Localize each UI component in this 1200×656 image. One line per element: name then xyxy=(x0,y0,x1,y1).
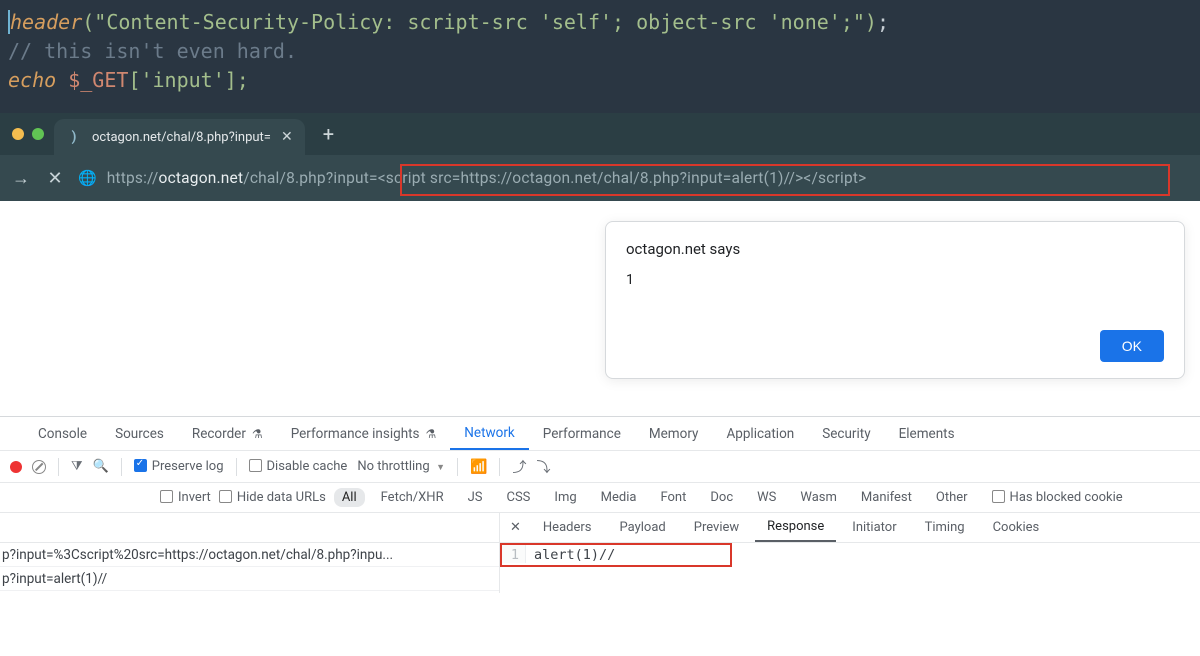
page-viewport: octagon.net says 1 OK xyxy=(0,201,1200,416)
maximize-icon[interactable] xyxy=(32,128,44,140)
tab-strip: ) octagon.net/chal/8.php?input= ✕ + xyxy=(0,113,1200,155)
detail-tab-initiator[interactable]: Initiator xyxy=(840,513,908,542)
tab-elements[interactable]: Elements xyxy=(885,417,969,450)
minimize-icon[interactable] xyxy=(12,128,24,140)
tab-memory[interactable]: Memory xyxy=(635,417,713,450)
code-str: ("Content-Security-Policy: script-src 's… xyxy=(82,10,877,34)
throttling-select[interactable]: No throttling ▼ xyxy=(357,459,445,474)
network-body: p?input=%3Cscript%20src=https://octagon.… xyxy=(0,513,1200,593)
filter-font[interactable]: Font xyxy=(652,488,694,507)
filter-fetch[interactable]: Fetch/XHR xyxy=(373,488,452,507)
filter-ws[interactable]: WS xyxy=(749,488,784,507)
filter-css[interactable]: CSS xyxy=(499,488,539,507)
close-icon[interactable]: ✕ xyxy=(510,520,527,535)
response-text: alert(1)// xyxy=(526,543,615,563)
window-controls xyxy=(8,128,54,140)
globe-icon: 🌐 xyxy=(78,169,97,187)
network-filter-row: Invert Hide data URLs All Fetch/XHR JS C… xyxy=(0,483,1200,513)
filter-all[interactable]: All xyxy=(334,488,365,507)
tab-console[interactable]: Console xyxy=(24,417,101,450)
detail-tab-payload[interactable]: Payload xyxy=(608,513,678,542)
network-toolbar: ⧩ 🔍 Preserve log Disable cache No thrott… xyxy=(0,451,1200,483)
devtools-tab-bar: Console Sources Recorder ⚗ Performance i… xyxy=(0,417,1200,451)
filter-other[interactable]: Other xyxy=(928,488,976,507)
request-list: p?input=%3Cscript%20src=https://octagon.… xyxy=(0,513,500,593)
filter-media[interactable]: Media xyxy=(593,488,645,507)
preserve-log-checkbox[interactable]: Preserve log xyxy=(134,459,224,474)
search-icon[interactable]: 🔍 xyxy=(93,459,109,474)
js-alert-dialog: octagon.net says 1 OK xyxy=(605,221,1185,379)
tab-application[interactable]: Application xyxy=(712,417,808,450)
browser-chrome: ) octagon.net/chal/8.php?input= ✕ + → ✕ … xyxy=(0,113,1200,201)
filter-img[interactable]: Img xyxy=(546,488,584,507)
invert-checkbox[interactable]: Invert xyxy=(160,490,211,505)
browser-tab[interactable]: ) octagon.net/chal/8.php?input= ✕ xyxy=(54,119,305,155)
blocked-cookies-checkbox[interactable]: Has blocked cookie xyxy=(992,490,1123,505)
flask-icon: ⚗ xyxy=(252,427,263,441)
devtools-panel: Console Sources Recorder ⚗ Performance i… xyxy=(0,416,1200,593)
request-row[interactable]: p?input=alert(1)// xyxy=(0,567,499,591)
close-icon[interactable]: ✕ xyxy=(281,129,293,145)
filter-icon[interactable]: ⧩ xyxy=(71,459,83,474)
alert-title: octagon.net says xyxy=(626,240,1164,258)
detail-tab-headers[interactable]: Headers xyxy=(531,513,604,542)
tab-performance-insights[interactable]: Performance insights ⚗ xyxy=(277,417,451,450)
address-bar-row: → ✕ 🌐 https://octagon.net/chal/8.php?inp… xyxy=(0,155,1200,201)
line-number: 1 xyxy=(500,543,526,563)
detail-tab-preview[interactable]: Preview xyxy=(682,513,751,542)
request-row[interactable]: p?input=%3Cscript%20src=https://octagon.… xyxy=(0,543,499,567)
code-editor: header("Content-Security-Policy: script-… xyxy=(0,0,1200,113)
address-bar[interactable]: 🌐 https://octagon.net/chal/8.php?input=<… xyxy=(78,169,1190,187)
new-tab-button[interactable]: + xyxy=(305,122,352,146)
filter-doc[interactable]: Doc xyxy=(702,488,741,507)
code-comment: // this isn't even hard. xyxy=(8,39,297,63)
detail-tab-response[interactable]: Response xyxy=(755,513,836,542)
record-icon[interactable] xyxy=(10,461,22,473)
url-text: https://octagon.net/chal/8.php?input=<sc… xyxy=(107,169,867,187)
hide-data-urls-checkbox[interactable]: Hide data URLs xyxy=(219,490,326,505)
tab-security[interactable]: Security xyxy=(808,417,884,450)
tab-title: octagon.net/chal/8.php?input= xyxy=(92,130,271,145)
request-detail: ✕ Headers Payload Preview Response Initi… xyxy=(500,513,1200,593)
detail-tab-bar: ✕ Headers Payload Preview Response Initi… xyxy=(500,513,1200,543)
tab-performance[interactable]: Performance xyxy=(529,417,635,450)
filter-js[interactable]: JS xyxy=(460,488,491,507)
favicon-icon: ) xyxy=(66,129,82,145)
filter-wasm[interactable]: Wasm xyxy=(792,488,845,507)
download-icon[interactable]: ⤵ xyxy=(536,457,550,477)
detail-tab-cookies[interactable]: Cookies xyxy=(981,513,1052,542)
disable-cache-checkbox[interactable]: Disable cache xyxy=(249,459,348,474)
alert-message: 1 xyxy=(626,272,1164,288)
code-fn: header xyxy=(10,10,82,34)
filter-manifest[interactable]: Manifest xyxy=(853,488,920,507)
stop-icon[interactable]: ✕ xyxy=(44,168,66,189)
clear-icon[interactable] xyxy=(32,460,46,474)
response-body: 1 alert(1)// xyxy=(500,543,1200,563)
tab-recorder[interactable]: Recorder ⚗ xyxy=(178,417,277,450)
flask-icon: ⚗ xyxy=(426,427,437,441)
upload-icon[interactable]: ⤴ xyxy=(512,457,526,477)
detail-tab-timing[interactable]: Timing xyxy=(913,513,977,542)
forward-icon[interactable]: → xyxy=(10,168,32,189)
tab-sources[interactable]: Sources xyxy=(101,417,178,450)
tab-network[interactable]: Network xyxy=(450,417,528,450)
wifi-icon[interactable]: 📶 xyxy=(470,459,487,475)
ok-button[interactable]: OK xyxy=(1100,330,1164,362)
